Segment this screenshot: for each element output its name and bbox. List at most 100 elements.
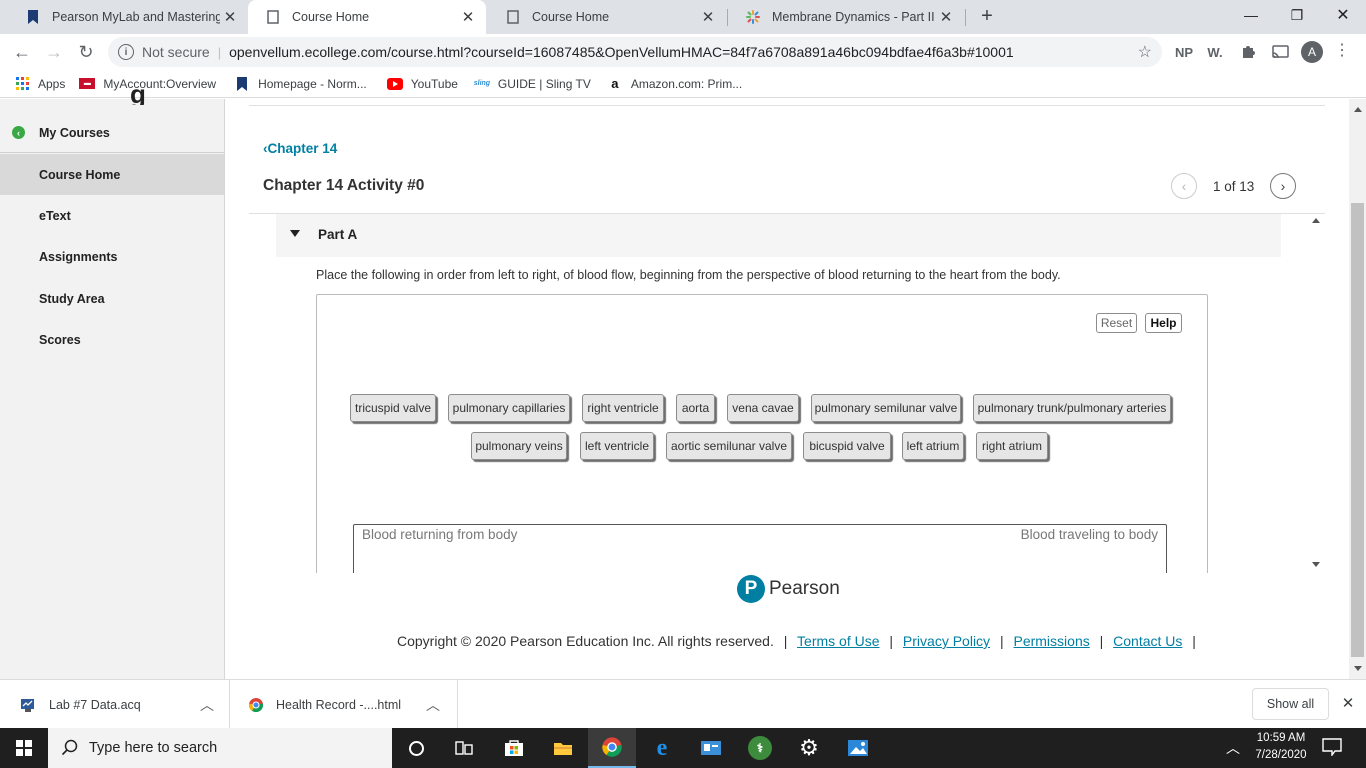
tab-membrane-dynamics[interactable]: Membrane Dynamics - Part II - M ✕ bbox=[728, 0, 964, 34]
bookmark-sling[interactable]: sling GUIDE | Sling TV bbox=[474, 77, 591, 91]
tab-course-home[interactable]: Course Home ✕ bbox=[488, 0, 726, 34]
page-favicon-icon bbox=[266, 10, 280, 24]
inner-scrollbar[interactable] bbox=[1308, 214, 1325, 573]
draggable-chip[interactable]: aorta bbox=[676, 394, 715, 422]
edge-icon[interactable]: e bbox=[638, 728, 686, 768]
privacy-link[interactable]: Privacy Policy bbox=[903, 633, 990, 649]
taskbar-search-box[interactable]: Type here to search bbox=[48, 728, 392, 768]
sidebar-item-study-area[interactable]: Study Area bbox=[0, 278, 224, 319]
bookmark-label: Amazon.com: Prim... bbox=[630, 76, 743, 91]
sidebar-item-assignments[interactable]: Assignments bbox=[0, 236, 224, 277]
scroll-down-icon[interactable] bbox=[1312, 562, 1320, 567]
show-all-button[interactable]: Show all bbox=[1252, 688, 1329, 720]
draggable-chip[interactable]: left atrium bbox=[902, 432, 964, 460]
outlook-icon[interactable] bbox=[687, 728, 735, 768]
drop-zone[interactable]: Blood returning from body Blood travelin… bbox=[353, 524, 1167, 573]
info-icon[interactable]: i bbox=[118, 44, 134, 60]
bookmark-apps[interactable]: Apps bbox=[14, 77, 65, 91]
sidebar-item-etext[interactable]: eText bbox=[0, 195, 224, 236]
contact-link[interactable]: Contact Us bbox=[1113, 633, 1182, 649]
w-extension-icon[interactable]: W. bbox=[1205, 42, 1225, 62]
help-button[interactable]: Help bbox=[1145, 313, 1182, 333]
permissions-link[interactable]: Permissions bbox=[1013, 633, 1089, 649]
clock[interactable]: 10:59 AM 7/28/2020 bbox=[1248, 730, 1314, 766]
forward-button[interactable]: → bbox=[40, 38, 68, 66]
bookmark-homepage[interactable]: Homepage - Norm... bbox=[234, 76, 367, 91]
course-sidebar: g ‹ My Courses Course Home eText Assignm… bbox=[0, 85, 225, 679]
close-tab-icon[interactable]: ✕ bbox=[698, 8, 718, 26]
profile-avatar[interactable]: A bbox=[1301, 41, 1323, 63]
task-view-icon[interactable] bbox=[440, 728, 488, 768]
close-window-button[interactable]: ✕ bbox=[1320, 0, 1366, 30]
cortana-icon[interactable] bbox=[392, 728, 440, 768]
draggable-chip[interactable]: right ventricle bbox=[582, 394, 664, 422]
pearson-wordmark: Pearson bbox=[769, 578, 840, 599]
chevron-left-icon: ‹ bbox=[1181, 178, 1187, 194]
pearson-logo: P Pearson bbox=[737, 573, 840, 605]
draggable-chip[interactable]: aortic semilunar valve bbox=[666, 432, 792, 460]
reload-button[interactable]: ↻ bbox=[72, 38, 100, 66]
new-tab-button[interactable]: + bbox=[976, 5, 998, 29]
cast-icon[interactable] bbox=[1270, 42, 1290, 62]
tab-course-home-active[interactable]: Course Home ✕ bbox=[248, 0, 486, 34]
page-scrollbar[interactable] bbox=[1349, 99, 1366, 679]
sidebar-item-scores[interactable]: Scores bbox=[0, 319, 224, 360]
reset-button[interactable]: Reset bbox=[1096, 313, 1137, 333]
sidebar-item-my-courses[interactable]: ‹ My Courses bbox=[0, 113, 224, 153]
scroll-up-icon[interactable] bbox=[1354, 107, 1362, 112]
draggable-chip[interactable]: right atrium bbox=[976, 432, 1048, 460]
sidebar-item-label: Course Home bbox=[39, 167, 121, 182]
download-item[interactable]: Lab #7 Data.acq ︿ bbox=[0, 680, 230, 729]
chrome-taskbar-icon[interactable] bbox=[588, 728, 636, 768]
store-icon[interactable] bbox=[490, 728, 538, 768]
windows-start-icon[interactable] bbox=[0, 728, 48, 768]
sidebar-item-label: Scores bbox=[39, 332, 81, 347]
draggable-chip[interactable]: pulmonary capillaries bbox=[448, 394, 570, 422]
draggable-chip[interactable]: bicuspid valve bbox=[803, 432, 891, 460]
url-text[interactable]: openvellum.ecollege.com/course.html?cour… bbox=[229, 44, 1014, 60]
green-app-icon[interactable]: ⚕ bbox=[736, 728, 784, 768]
draggable-chip[interactable]: left ventricle bbox=[580, 432, 654, 460]
breadcrumb[interactable]: ‹Chapter 14 bbox=[263, 141, 337, 156]
draggable-chip[interactable]: vena cavae bbox=[727, 394, 799, 422]
system-tray-chevron-icon[interactable]: ︿ bbox=[1225, 738, 1241, 758]
scroll-up-icon[interactable] bbox=[1312, 218, 1320, 223]
back-button[interactable]: ← bbox=[8, 38, 36, 66]
draggable-chip[interactable]: tricuspid valve bbox=[350, 394, 436, 422]
close-tab-icon[interactable]: ✕ bbox=[936, 8, 956, 26]
photos-icon[interactable] bbox=[834, 728, 882, 768]
np-extension-icon[interactable]: NP bbox=[1174, 42, 1194, 62]
close-download-bar-icon[interactable]: ✕ bbox=[1340, 694, 1356, 712]
bookmark-amazon[interactable]: a Amazon.com: Prim... bbox=[607, 76, 743, 91]
address-bar[interactable]: i Not secure | openvellum.ecollege.com/c… bbox=[108, 37, 1162, 67]
terms-link[interactable]: Terms of Use bbox=[797, 633, 879, 649]
minimize-button[interactable]: — bbox=[1228, 0, 1274, 30]
chevron-up-icon[interactable]: ︿ bbox=[200, 695, 214, 715]
chip-row-2: pulmonary veins left ventricle aortic se… bbox=[317, 432, 1207, 462]
part-header[interactable]: Part A bbox=[276, 214, 1281, 257]
prev-item-button[interactable]: ‹ bbox=[1171, 173, 1197, 199]
file-explorer-icon[interactable] bbox=[539, 728, 587, 768]
sidebar-item-course-home[interactable]: Course Home bbox=[0, 154, 224, 195]
notifications-icon[interactable] bbox=[1322, 738, 1344, 758]
close-tab-icon[interactable]: ✕ bbox=[458, 8, 478, 26]
draggable-chip[interactable]: pulmonary trunk/pulmonary arteries bbox=[973, 394, 1171, 422]
draggable-chip[interactable]: pulmonary semilunar valve bbox=[811, 394, 961, 422]
windows-taskbar: Type here to search e ⚕ ⚙ ︿ 10:59 AM 7/2… bbox=[0, 728, 1366, 768]
puzzle-icon[interactable] bbox=[1238, 42, 1258, 62]
bookmark-star-icon[interactable]: ☆ bbox=[1138, 42, 1152, 62]
scroll-down-icon[interactable] bbox=[1354, 666, 1362, 671]
menu-kebab-icon[interactable]: ⋮ bbox=[1334, 42, 1350, 62]
page-title: Chapter 14 Activity #0 bbox=[263, 177, 425, 194]
breadcrumb-label: Chapter 14 bbox=[267, 141, 338, 156]
chevron-up-icon[interactable]: ︿ bbox=[426, 695, 440, 715]
settings-gear-icon[interactable]: ⚙ bbox=[785, 728, 833, 768]
download-item[interactable]: Health Record -....html ︿ bbox=[231, 680, 458, 729]
close-tab-icon[interactable]: ✕ bbox=[220, 8, 240, 26]
tab-pearson-mylab[interactable]: Pearson MyLab and Mastering - S ✕ bbox=[8, 0, 248, 34]
next-item-button[interactable]: › bbox=[1270, 173, 1296, 199]
restore-button[interactable]: ❐ bbox=[1274, 0, 1320, 30]
bookmark-youtube[interactable]: YouTube bbox=[386, 77, 458, 91]
scroll-thumb[interactable] bbox=[1351, 203, 1364, 657]
draggable-chip[interactable]: pulmonary veins bbox=[471, 432, 567, 460]
